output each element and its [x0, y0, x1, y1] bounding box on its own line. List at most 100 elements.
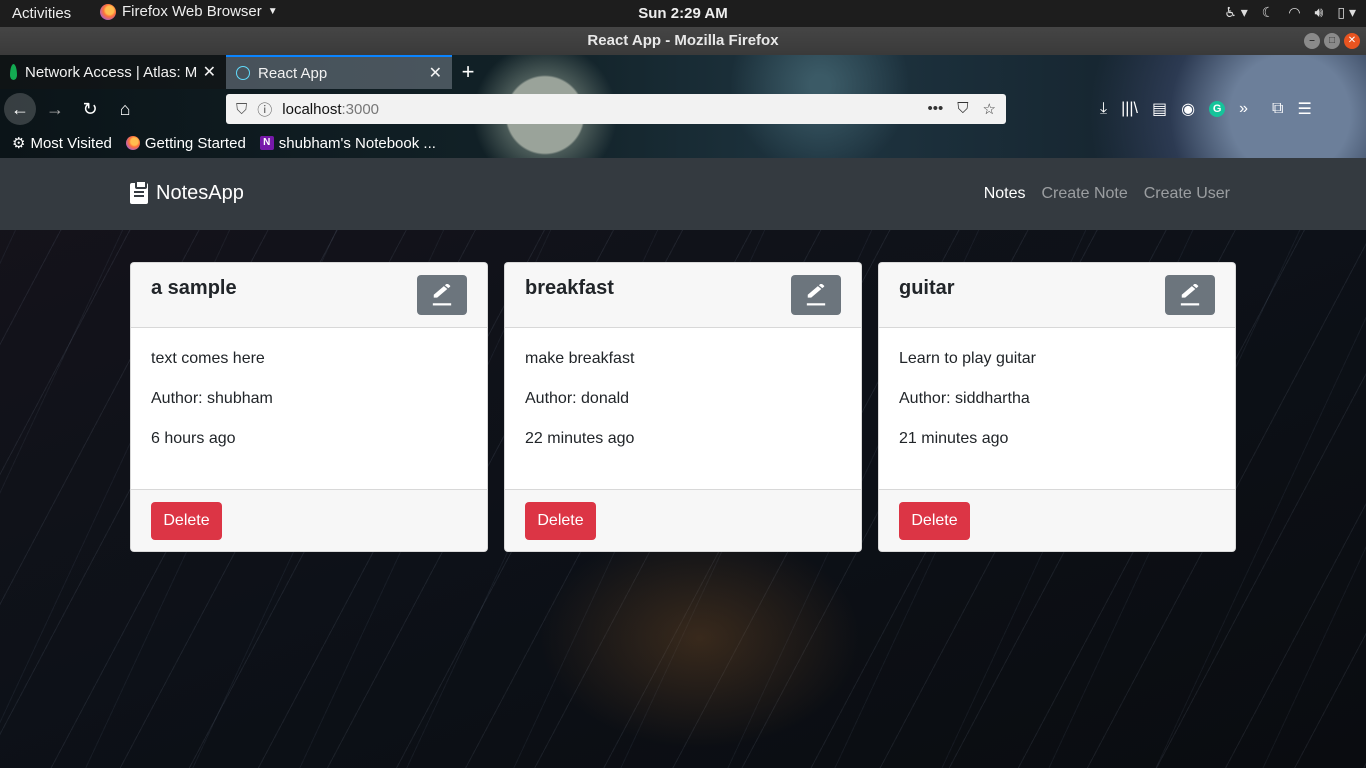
react-icon: [236, 66, 250, 80]
note-content: Learn to play guitar: [899, 350, 1036, 367]
bookmark-label: shubham's Notebook ...: [278, 134, 436, 152]
delete-button[interactable]: Delete: [151, 502, 222, 540]
tab-strip: Network Access | Atlas: M ✕ React App ✕ …: [0, 55, 484, 89]
back-button[interactable]: ←: [4, 93, 36, 125]
firefox-icon: [100, 3, 116, 20]
info-icon[interactable]: ⓘ: [257, 99, 272, 120]
maximize-icon[interactable]: □: [1324, 33, 1340, 49]
wifi-icon: ◠: [1288, 4, 1301, 20]
firefox-icon: [125, 136, 140, 150]
note-author: Author: shubham: [151, 390, 273, 407]
bookmark-getting-started[interactable]: Getting Started: [125, 134, 246, 152]
close-icon[interactable]: ✕: [429, 63, 442, 83]
notes-list: a sample text comes here Author: shubham…: [130, 262, 1236, 552]
card-footer: Delete: [131, 489, 487, 551]
nav-link-notes[interactable]: Notes: [984, 185, 1026, 203]
home-button[interactable]: ⌂: [109, 99, 141, 120]
new-tab-button[interactable]: +: [452, 55, 484, 89]
pencil-icon: [806, 284, 826, 306]
overflow-icon[interactable]: »: [1239, 100, 1248, 118]
download-icon[interactable]: ⤓: [1100, 100, 1107, 118]
activities-button[interactable]: Activities: [12, 5, 71, 22]
sidebar-icon[interactable]: ▤: [1152, 99, 1167, 119]
nav-links: Notes Create Note Create User: [984, 185, 1230, 203]
window-title: React App - Mozilla Firefox: [587, 32, 779, 49]
minimize-icon[interactable]: –: [1304, 33, 1320, 49]
note-time: 22 minutes ago: [525, 430, 635, 447]
mongodb-leaf-icon: [10, 64, 17, 80]
edit-button[interactable]: [1165, 275, 1215, 315]
forward-button[interactable]: →: [39, 99, 71, 120]
browser-chrome: Network Access | Atlas: M ✕ React App ✕ …: [0, 55, 1366, 158]
clipboard-icon: [130, 180, 148, 204]
app-menu-label: Firefox Web Browser: [122, 3, 262, 20]
window-controls: – □ ✕: [1304, 33, 1360, 49]
bookmark-label: Most Visited: [30, 134, 112, 152]
note-content: make breakfast: [525, 350, 635, 367]
grammarly-icon[interactable]: G: [1209, 101, 1226, 117]
note-card: guitar Learn to play guitar Author: sidd…: [878, 262, 1236, 552]
system-tray[interactable]: ♿︎ ▾ ☾ ◠ 🔊︎ ▯ ▾: [1224, 4, 1356, 21]
brand[interactable]: NotesApp: [130, 180, 244, 205]
app-menu[interactable]: Firefox Web Browser ▼: [100, 3, 278, 20]
page-content: NotesApp Notes Create Note Create User a…: [0, 158, 1366, 768]
chevron-down-icon: ▼: [267, 6, 278, 17]
url-bar[interactable]: ⛉ ⓘ localhost:3000 ••• ⛉ ☆: [226, 94, 1006, 124]
card-header: breakfast: [505, 263, 861, 328]
shield-icon[interactable]: ⛉: [236, 101, 247, 118]
system-top-bar: Activities Firefox Web Browser ▼ Sun 2:2…: [0, 0, 1366, 27]
url-host: localhost: [282, 100, 342, 118]
note-author: Author: donald: [525, 390, 630, 407]
nav-link-create-user[interactable]: Create User: [1144, 185, 1230, 203]
note-card: a sample text comes here Author: shubham…: [130, 262, 488, 552]
bookmark-star-icon[interactable]: ☆: [983, 100, 996, 118]
note-time: 6 hours ago: [151, 430, 236, 447]
tab-network-access[interactable]: Network Access | Atlas: M ✕: [0, 55, 226, 89]
account-icon[interactable]: ◉: [1181, 99, 1195, 119]
delete-button[interactable]: Delete: [899, 502, 970, 540]
pocket-icon[interactable]: ⛉: [957, 100, 968, 118]
card-footer: Delete: [879, 489, 1235, 551]
tab-react-app[interactable]: React App ✕: [226, 55, 452, 89]
delete-button[interactable]: Delete: [525, 502, 596, 540]
note-author: Author: siddhartha: [899, 390, 1030, 407]
page-actions-icon[interactable]: •••: [928, 100, 944, 118]
note-title: breakfast: [525, 277, 614, 299]
extensions-icon[interactable]: ⧉: [1272, 100, 1283, 118]
gear-icon: ⚙: [12, 135, 26, 152]
toolbar-right: ⤓ |||\ ▤ ◉ G » ⧉ ☰: [1100, 89, 1312, 129]
note-card: breakfast make breakfast Author: donald …: [504, 262, 862, 552]
battery-icon: ▯ ▾: [1337, 4, 1356, 20]
reload-button[interactable]: ↻: [74, 99, 106, 120]
tab-title: Network Access | Atlas: M: [25, 63, 197, 81]
app-navbar: NotesApp Notes Create Note Create User: [0, 158, 1366, 230]
card-body: text comes here Author: shubham 6 hours …: [131, 328, 487, 489]
card-body: make breakfast Author: donald 22 minutes…: [505, 328, 861, 489]
pencil-icon: [432, 284, 452, 306]
edit-button[interactable]: [791, 275, 841, 315]
close-icon[interactable]: ✕: [1344, 33, 1360, 49]
browser-navbar: ← → ↻ ⌂ ⛉ ⓘ localhost:3000 ••• ⛉ ☆ ⤓ |||…: [0, 89, 1366, 129]
library-icon[interactable]: |||\: [1121, 100, 1138, 118]
volume-icon: 🔊︎: [1314, 4, 1324, 20]
url-actions: ••• ⛉ ☆: [928, 100, 996, 118]
bookmark-most-visited[interactable]: ⚙ Most Visited: [12, 134, 112, 153]
note-title: a sample: [151, 277, 237, 299]
menu-icon[interactable]: ☰: [1297, 99, 1311, 119]
bookmark-label: Getting Started: [144, 134, 246, 152]
close-icon[interactable]: ✕: [203, 62, 216, 82]
bookmark-notebook[interactable]: N shubham's Notebook ...: [259, 134, 436, 152]
brand-name: NotesApp: [156, 182, 244, 204]
card-header: a sample: [131, 263, 487, 328]
card-header: guitar: [879, 263, 1235, 328]
onenote-icon: N: [259, 136, 274, 150]
nav-link-create-note[interactable]: Create Note: [1041, 185, 1127, 203]
url-port: :3000: [341, 100, 380, 118]
note-content: text comes here: [151, 350, 265, 367]
edit-button[interactable]: [417, 275, 467, 315]
accessibility-icon[interactable]: ♿︎ ▾: [1224, 4, 1247, 21]
bookmarks-bar: ⚙ Most Visited Getting Started N shubham…: [0, 129, 1366, 157]
pencil-icon: [1180, 284, 1200, 306]
note-time: 21 minutes ago: [899, 430, 1009, 447]
window-titlebar: React App - Mozilla Firefox – □ ✕: [0, 27, 1366, 55]
